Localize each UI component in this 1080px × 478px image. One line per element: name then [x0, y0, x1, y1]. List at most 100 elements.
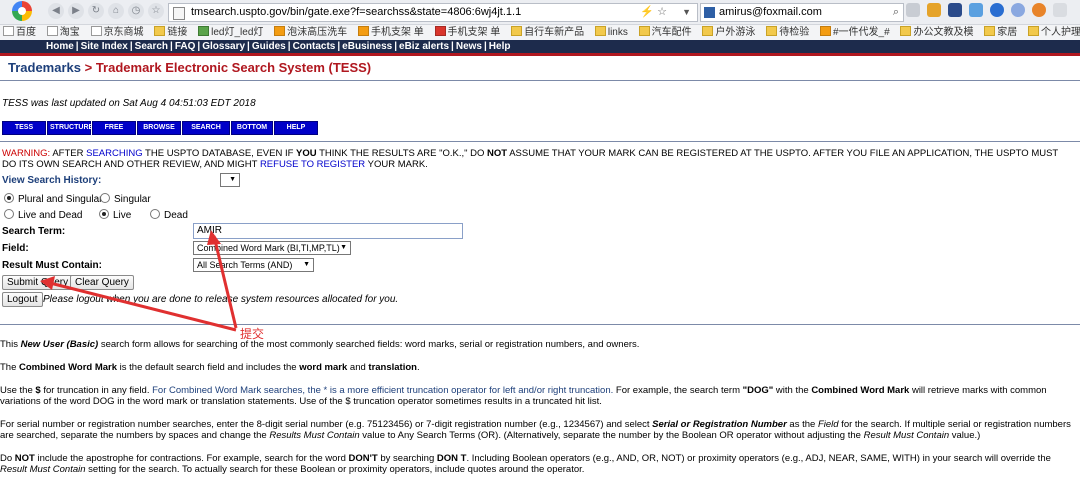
divider: [0, 324, 1080, 325]
bookmark-item[interactable]: 泡沫高压洗车: [271, 25, 347, 40]
nav-home[interactable]: Home: [46, 41, 74, 52]
tess-home-button[interactable]: TESS HOME: [2, 121, 46, 143]
nav-faq[interactable]: FAQ: [175, 41, 196, 52]
nav-glossary[interactable]: Glossary: [202, 41, 245, 52]
browser-logo-icon[interactable]: [4, 0, 38, 24]
bookmark-item[interactable]: 手机支架 单: [355, 25, 424, 40]
folder-icon: [702, 26, 714, 36]
structured-button[interactable]: STRUCTURED: [47, 121, 98, 135]
site-icon: [357, 26, 369, 36]
radio-singular[interactable]: Singular: [100, 193, 151, 205]
bookmark-item[interactable]: links: [592, 25, 628, 40]
extension-icon[interactable]: [948, 3, 962, 17]
nav-site-index[interactable]: Site Index: [81, 41, 128, 52]
bookmark-item[interactable]: 百度: [0, 25, 36, 40]
field-label: Field:: [2, 243, 29, 254]
help-paragraph: Use the $ for truncation in any field. F…: [0, 385, 1047, 407]
logout-button[interactable]: Logout: [2, 292, 43, 307]
bookmark-item[interactable]: 京东商城: [88, 25, 144, 40]
extension-icon[interactable]: [990, 3, 1004, 17]
extension-icon[interactable]: [1011, 3, 1025, 17]
view-history-label: View Search History:: [2, 175, 102, 186]
field-select[interactable]: Combined Word Mark (BI,TI,MP,TL) ▼: [193, 241, 351, 255]
history-icon[interactable]: ◷: [128, 3, 144, 19]
browse-dict-button[interactable]: BROWSE DICT: [137, 121, 181, 143]
browser-toolbar: ◀ ▶ ↻ ⌂ ◷ ☆ tmsearch.uspto.gov/bin/gate.…: [0, 0, 1080, 25]
bookmark-item[interactable]: 办公文教及模: [897, 25, 973, 40]
chevron-down-icon[interactable]: ▼: [682, 4, 691, 21]
bookmark-item[interactable]: 自行车新产品: [508, 25, 584, 40]
page-title: Trademarks > Trademark Electronic Search…: [8, 60, 372, 75]
divider: [0, 141, 1080, 142]
bookmark-item[interactable]: 个人护理: [1025, 25, 1080, 40]
page-icon: [173, 7, 185, 20]
search-term-label: Search Term:: [2, 226, 66, 237]
chevron-down-icon: ▼: [303, 261, 310, 268]
folder-icon: [594, 26, 606, 36]
result-must-contain-label: Result Must Contain:: [2, 260, 102, 271]
grid-icon[interactable]: [906, 3, 920, 17]
free-form-button[interactable]: FREE FORM: [92, 121, 136, 143]
chevron-down-icon: ▼: [340, 244, 347, 251]
nav-guides[interactable]: Guides: [252, 41, 286, 52]
extension-icon[interactable]: [1032, 3, 1046, 17]
bookmark-item[interactable]: 淘宝: [44, 25, 80, 40]
nav-ebusiness[interactable]: eBusiness: [342, 41, 392, 52]
menu-icon[interactable]: [1053, 3, 1067, 17]
divider: [0, 80, 1080, 81]
help-paragraph: Do NOT include the apostrophe for contra…: [0, 453, 1051, 475]
radio-plural-singular[interactable]: Plural and Singular: [4, 193, 103, 205]
logout-note: Please logout when you are done to relea…: [43, 294, 399, 305]
radio-live[interactable]: Live: [99, 209, 131, 221]
nav-search[interactable]: Search: [135, 41, 168, 52]
nav-ebiz-alerts[interactable]: eBiz alerts: [399, 41, 449, 52]
bookmark-item[interactable]: #一件代发_#: [817, 25, 890, 40]
bookmark-item[interactable]: 待检验: [763, 25, 809, 40]
result-must-contain-select[interactable]: All Search Terms (AND) ▼: [193, 258, 314, 272]
folder-icon: [984, 26, 996, 36]
site-nav: Home | Site Index | Search | FAQ | Glossary | Guid…: [0, 40, 1080, 56]
bookmark-item[interactable]: led灯_led灯: [195, 25, 263, 40]
search-og-button[interactable]: SEARCH OG: [182, 121, 230, 143]
folder-icon: [154, 26, 166, 36]
history-select[interactable]: ▼: [220, 173, 240, 187]
breadcrumb-trademarks[interactable]: Trademarks: [8, 60, 81, 75]
bookmark-icon[interactable]: ☆: [148, 3, 164, 19]
forward-icon[interactable]: ▶: [68, 3, 84, 19]
radio-dead[interactable]: Dead: [150, 209, 188, 221]
back-icon[interactable]: ◀: [48, 3, 64, 19]
folder-icon: [1028, 26, 1040, 36]
radio-icon: [4, 193, 14, 203]
extension-icon[interactable]: [969, 3, 983, 17]
bookmark-item[interactable]: 家居: [981, 25, 1017, 40]
home-icon[interactable]: ⌂: [108, 3, 124, 19]
help-button[interactable]: HELP: [274, 121, 318, 135]
clear-query-button[interactable]: Clear Query: [70, 275, 134, 290]
reload-icon[interactable]: ↻: [88, 3, 104, 19]
refuse-to-register-link[interactable]: REFUSE TO REGISTER: [260, 159, 365, 170]
bookmarks-bar: 百度 淘宝 京东商城 链接 led灯_led灯 泡沫高压洗车 手机支架 单 手机…: [0, 25, 1080, 41]
bookmark-item[interactable]: 汽车配件: [636, 25, 692, 40]
bookmark-item[interactable]: 手机支架 单: [432, 25, 500, 40]
extension-icons: [906, 3, 1074, 17]
nav-help[interactable]: Help: [489, 41, 511, 52]
warning-text: WARNING: AFTER SEARCHING THE USPTO DATAB…: [2, 148, 1059, 170]
extension-icon[interactable]: [927, 3, 941, 17]
browser-search-input[interactable]: amirus@foxmail.com ⌕: [700, 3, 904, 22]
nav-news[interactable]: News: [456, 41, 482, 52]
folder-icon: [511, 26, 523, 36]
submit-query-button[interactable]: Submit Query: [2, 275, 74, 290]
bottom-button[interactable]: BOTTOM: [231, 121, 273, 135]
searching-link[interactable]: SEARCHING: [86, 148, 142, 159]
search-icon[interactable]: ⌕: [893, 4, 899, 21]
radio-icon: [4, 209, 14, 219]
search-term-input[interactable]: AMIR: [193, 223, 463, 239]
radio-live-and-dead[interactable]: Live and Dead: [4, 209, 83, 221]
help-paragraph: For serial number or registration number…: [0, 419, 1071, 441]
nav-contacts[interactable]: Contacts: [293, 41, 336, 52]
bookmark-item[interactable]: 链接: [151, 25, 187, 40]
bookmark-item[interactable]: 户外游泳: [699, 25, 755, 40]
address-bar[interactable]: tmsearch.uspto.gov/bin/gate.exe?f=search…: [168, 3, 698, 22]
radio-icon: [99, 209, 109, 219]
star-icon[interactable]: ⚡ ☆: [640, 4, 667, 21]
